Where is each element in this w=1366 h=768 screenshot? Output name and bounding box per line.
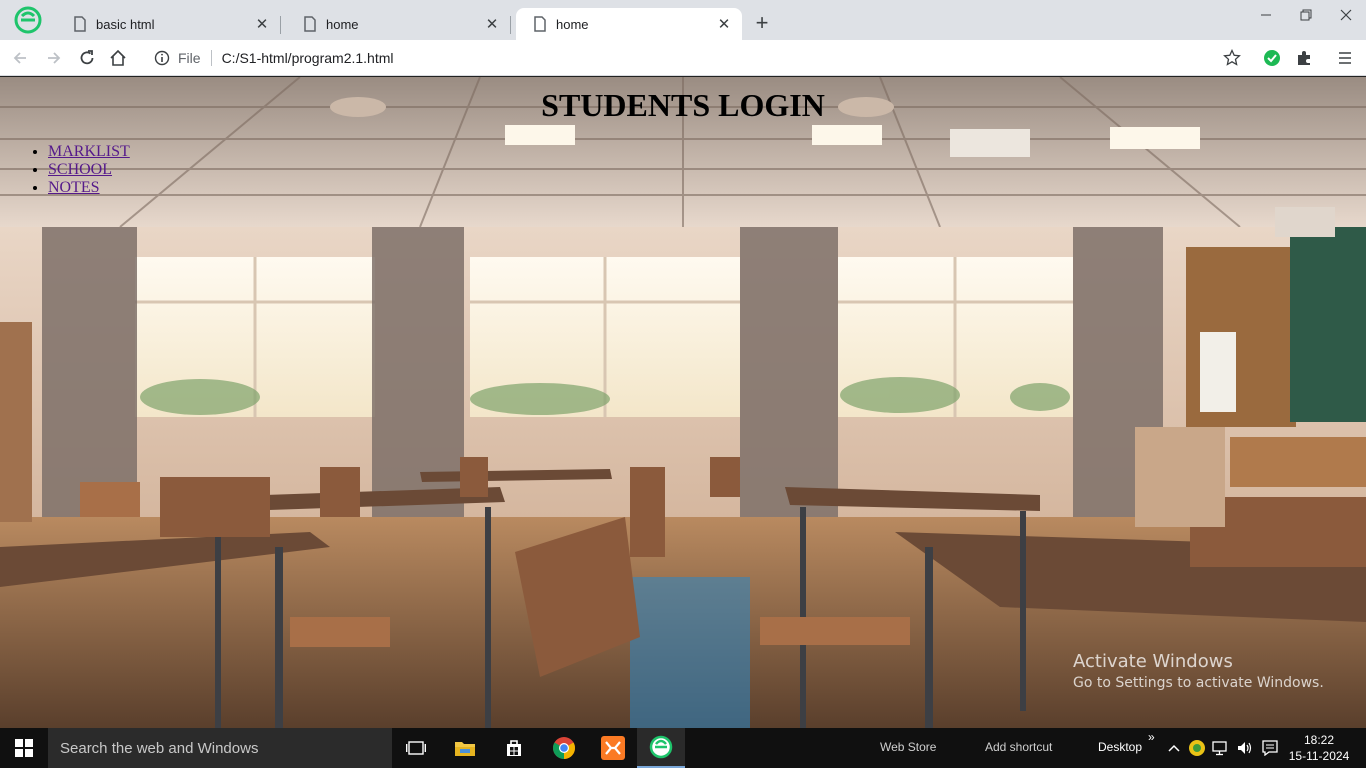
task-view-button[interactable] [392, 728, 440, 768]
check-circle-icon [1264, 50, 1280, 66]
chrome-icon [553, 737, 575, 759]
windows-taskbar: Search the web and Windows Web Store Add… [0, 728, 1366, 768]
bookmark-button[interactable] [1220, 46, 1244, 70]
store-bag-icon [507, 740, 521, 756]
web-store-link[interactable]: Web Store [880, 740, 936, 754]
list-item: NOTES [48, 179, 130, 197]
notifications-button[interactable] [1260, 738, 1280, 758]
network-button[interactable] [1211, 738, 1231, 758]
nav-link-notes[interactable]: NOTES [48, 179, 100, 196]
star-icon [1223, 49, 1241, 66]
back-button[interactable] [8, 46, 32, 70]
xampp-button[interactable] [589, 728, 637, 768]
show-hidden-icons-button[interactable] [1164, 738, 1184, 758]
classroom-background-image [0, 77, 1366, 728]
scheme-label: File [178, 50, 201, 66]
file-explorer-button[interactable] [441, 728, 489, 768]
add-shortcut-link[interactable]: Add shortcut [985, 740, 1052, 754]
close-window-button[interactable] [1326, 0, 1366, 30]
close-tab-icon[interactable]: ✕ [482, 14, 502, 34]
browser-app-icon [649, 735, 673, 759]
tab-home[interactable]: home ✕ [286, 8, 511, 40]
nav-link-school[interactable]: SCHOOL [48, 161, 112, 178]
menu-button[interactable] [1333, 46, 1357, 70]
chevron-up-icon [1168, 744, 1180, 752]
chevron-right-icon[interactable]: » [1148, 730, 1155, 744]
browser-logo-icon[interactable] [14, 6, 42, 34]
activation-watermark: Activate Windows Go to Settings to activ… [1073, 651, 1324, 691]
volume-button[interactable] [1235, 738, 1255, 758]
start-button[interactable] [0, 728, 48, 768]
close-icon [1340, 9, 1352, 21]
puzzle-icon [1298, 51, 1310, 65]
list-item: MARKLIST [48, 143, 130, 161]
taskbar-search-input[interactable]: Search the web and Windows [48, 728, 392, 768]
document-icon [74, 16, 86, 32]
folder-icon [455, 742, 475, 756]
list-item: SCHOOL [48, 161, 130, 179]
watermark-title: Activate Windows [1073, 651, 1233, 672]
page-viewport: STUDENTS LOGIN MARKLIST SCHOOL NOTES Act… [0, 77, 1366, 728]
document-icon [304, 16, 316, 32]
browser-tab-strip: basic html ✕ home ✕ home ✕ + [0, 0, 1366, 40]
desktop-toolbar-label[interactable]: Desktop [1098, 740, 1142, 754]
home-button[interactable] [106, 46, 130, 70]
minimize-button[interactable] [1246, 0, 1286, 30]
info-icon[interactable] [154, 50, 170, 66]
search-placeholder: Search the web and Windows [60, 739, 259, 757]
arrow-right-icon [48, 52, 61, 64]
tab-home-active[interactable]: home ✕ [516, 8, 742, 40]
hamburger-menu-icon [1339, 52, 1351, 64]
address-bar[interactable]: File C:/S1-html/program2.1.html [140, 44, 1260, 72]
tab-basic-html[interactable]: basic html ✕ [56, 8, 281, 40]
tab-title: basic html [96, 16, 155, 32]
tray-app-icon [1189, 740, 1205, 756]
speaker-icon [1238, 742, 1252, 754]
address-separator [210, 50, 212, 66]
watermark-subtitle: Go to Settings to activate Windows. [1073, 675, 1324, 691]
tab-title: home [326, 16, 359, 32]
tab-title: home [556, 16, 589, 32]
tray-app-button[interactable] [1187, 738, 1207, 758]
close-tab-icon[interactable]: ✕ [714, 14, 734, 34]
reload-icon [80, 50, 94, 65]
document-icon [534, 16, 546, 32]
restore-icon [1300, 9, 1312, 21]
page-nav-list: MARKLIST SCHOOL NOTES [48, 143, 130, 197]
extension-check-button[interactable] [1260, 46, 1284, 70]
taskbar-clock[interactable]: 18:22 15-11-2024 [1286, 732, 1352, 764]
nav-link-marklist[interactable]: MARKLIST [48, 143, 130, 160]
xampp-icon [601, 736, 625, 760]
store-button[interactable] [490, 728, 538, 768]
minimize-icon [1261, 14, 1271, 16]
close-tab-icon[interactable]: ✕ [252, 14, 272, 34]
browser-taskbar-button[interactable] [637, 728, 685, 768]
page-title: STUDENTS LOGIN [541, 87, 825, 123]
new-tab-button[interactable]: + [750, 12, 774, 36]
restore-button[interactable] [1286, 0, 1326, 30]
chrome-button[interactable] [540, 728, 588, 768]
task-view-icon [406, 741, 426, 755]
reload-button[interactable] [75, 46, 99, 70]
extensions-button[interactable] [1292, 46, 1316, 70]
windows-logo-icon [15, 739, 33, 757]
clock-time: 18:22 [1303, 733, 1335, 747]
message-icon [1262, 740, 1278, 756]
home-icon [110, 49, 126, 66]
network-icon [1212, 741, 1227, 756]
forward-button[interactable] [42, 46, 66, 70]
url-text[interactable]: C:/S1-html/program2.1.html [222, 50, 394, 66]
arrow-left-icon [13, 52, 26, 64]
browser-toolbar: File C:/S1-html/program2.1.html [0, 40, 1366, 76]
clock-date: 15-11-2024 [1288, 749, 1350, 763]
